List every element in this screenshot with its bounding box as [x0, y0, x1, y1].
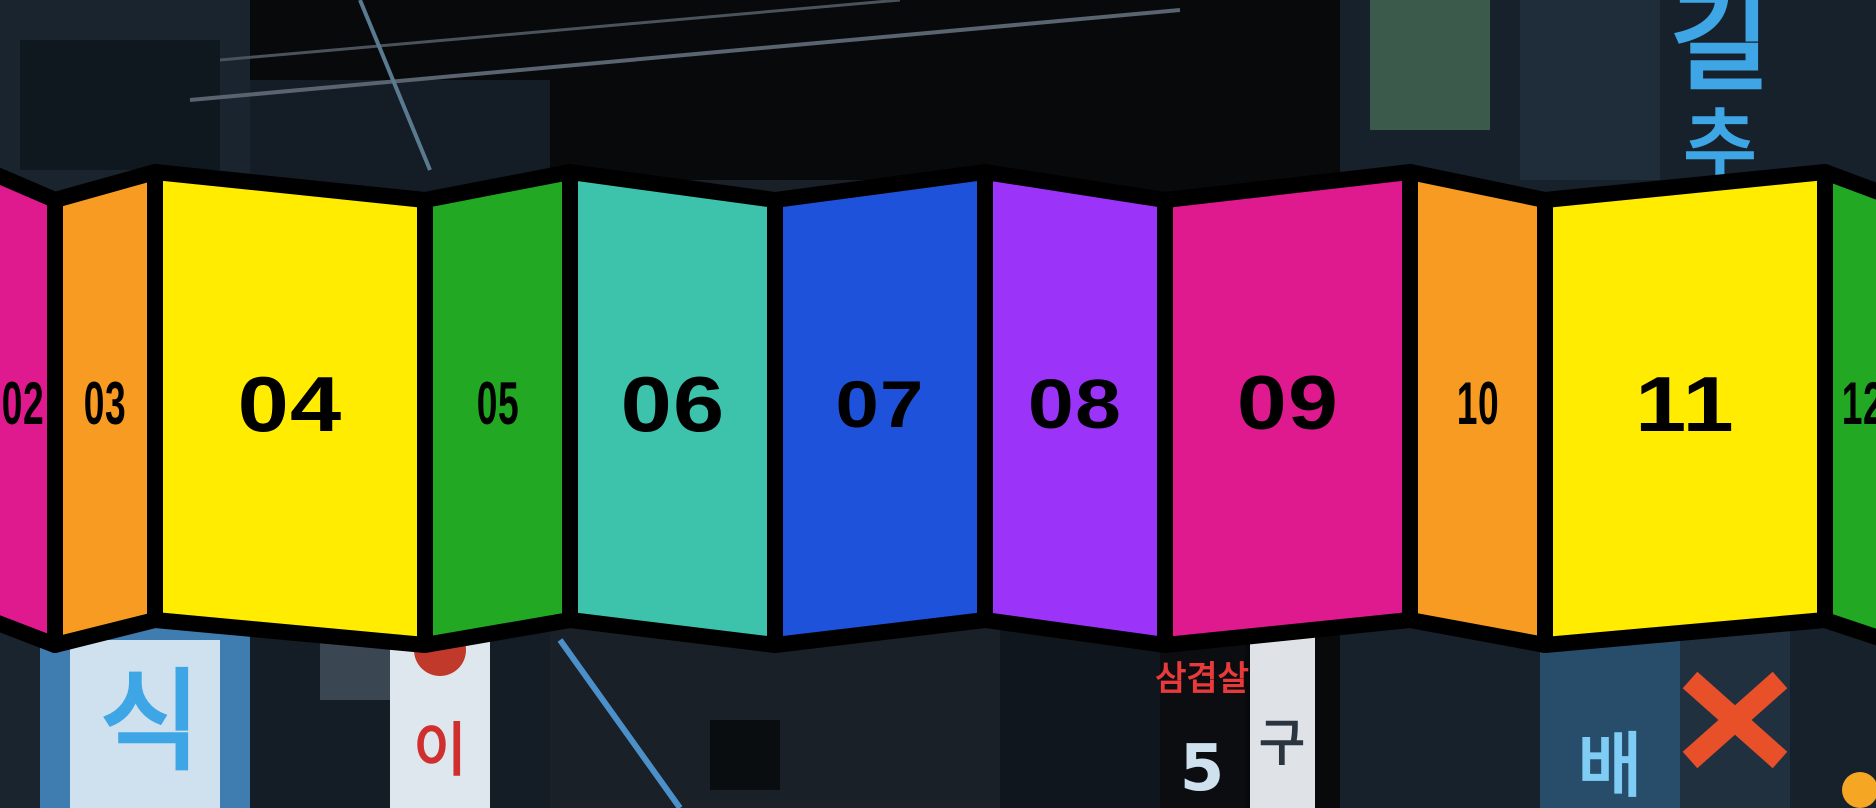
- accordion-panel-08[interactable]: 08: [977, 0, 1173, 808]
- accordion-panel-07[interactable]: 07: [767, 0, 993, 808]
- accordion-panel-05[interactable]: 05: [417, 0, 578, 808]
- accordion-panel-06[interactable]: 06: [562, 0, 783, 808]
- panel-number: 10: [1456, 370, 1499, 437]
- panel-number: 11: [1635, 360, 1735, 448]
- panel-number: 03: [83, 370, 127, 437]
- accordion-panel-03[interactable]: 03: [47, 0, 163, 808]
- panel-number: 09: [1236, 361, 1339, 446]
- accordion-panel-09[interactable]: 09: [1157, 0, 1418, 808]
- accordion-panel-10[interactable]: 10: [1402, 0, 1553, 808]
- folded-accordion-strip: 02 03 04 05 06 07 08 09 10 11 12: [0, 0, 1876, 808]
- accordion-scene: 식 이 삼겹살 5 구 길 추 배 0203040506070809101112: [0, 0, 1876, 808]
- panel-number: 06: [620, 360, 725, 448]
- panel-number: 12: [1841, 370, 1876, 437]
- accordion-panel-12[interactable]: 12: [1817, 0, 1876, 808]
- panel-number: 04: [237, 360, 343, 448]
- panel-number: 07: [835, 367, 925, 441]
- accordion-panel-11[interactable]: 11: [1537, 0, 1833, 808]
- accordion-panel-04[interactable]: 04: [147, 0, 433, 808]
- accordion-panel-02[interactable]: 02: [0, 0, 63, 808]
- panel-number: 02: [1, 370, 44, 437]
- panel-number: 05: [476, 370, 519, 437]
- panel-number: 08: [1027, 365, 1123, 443]
